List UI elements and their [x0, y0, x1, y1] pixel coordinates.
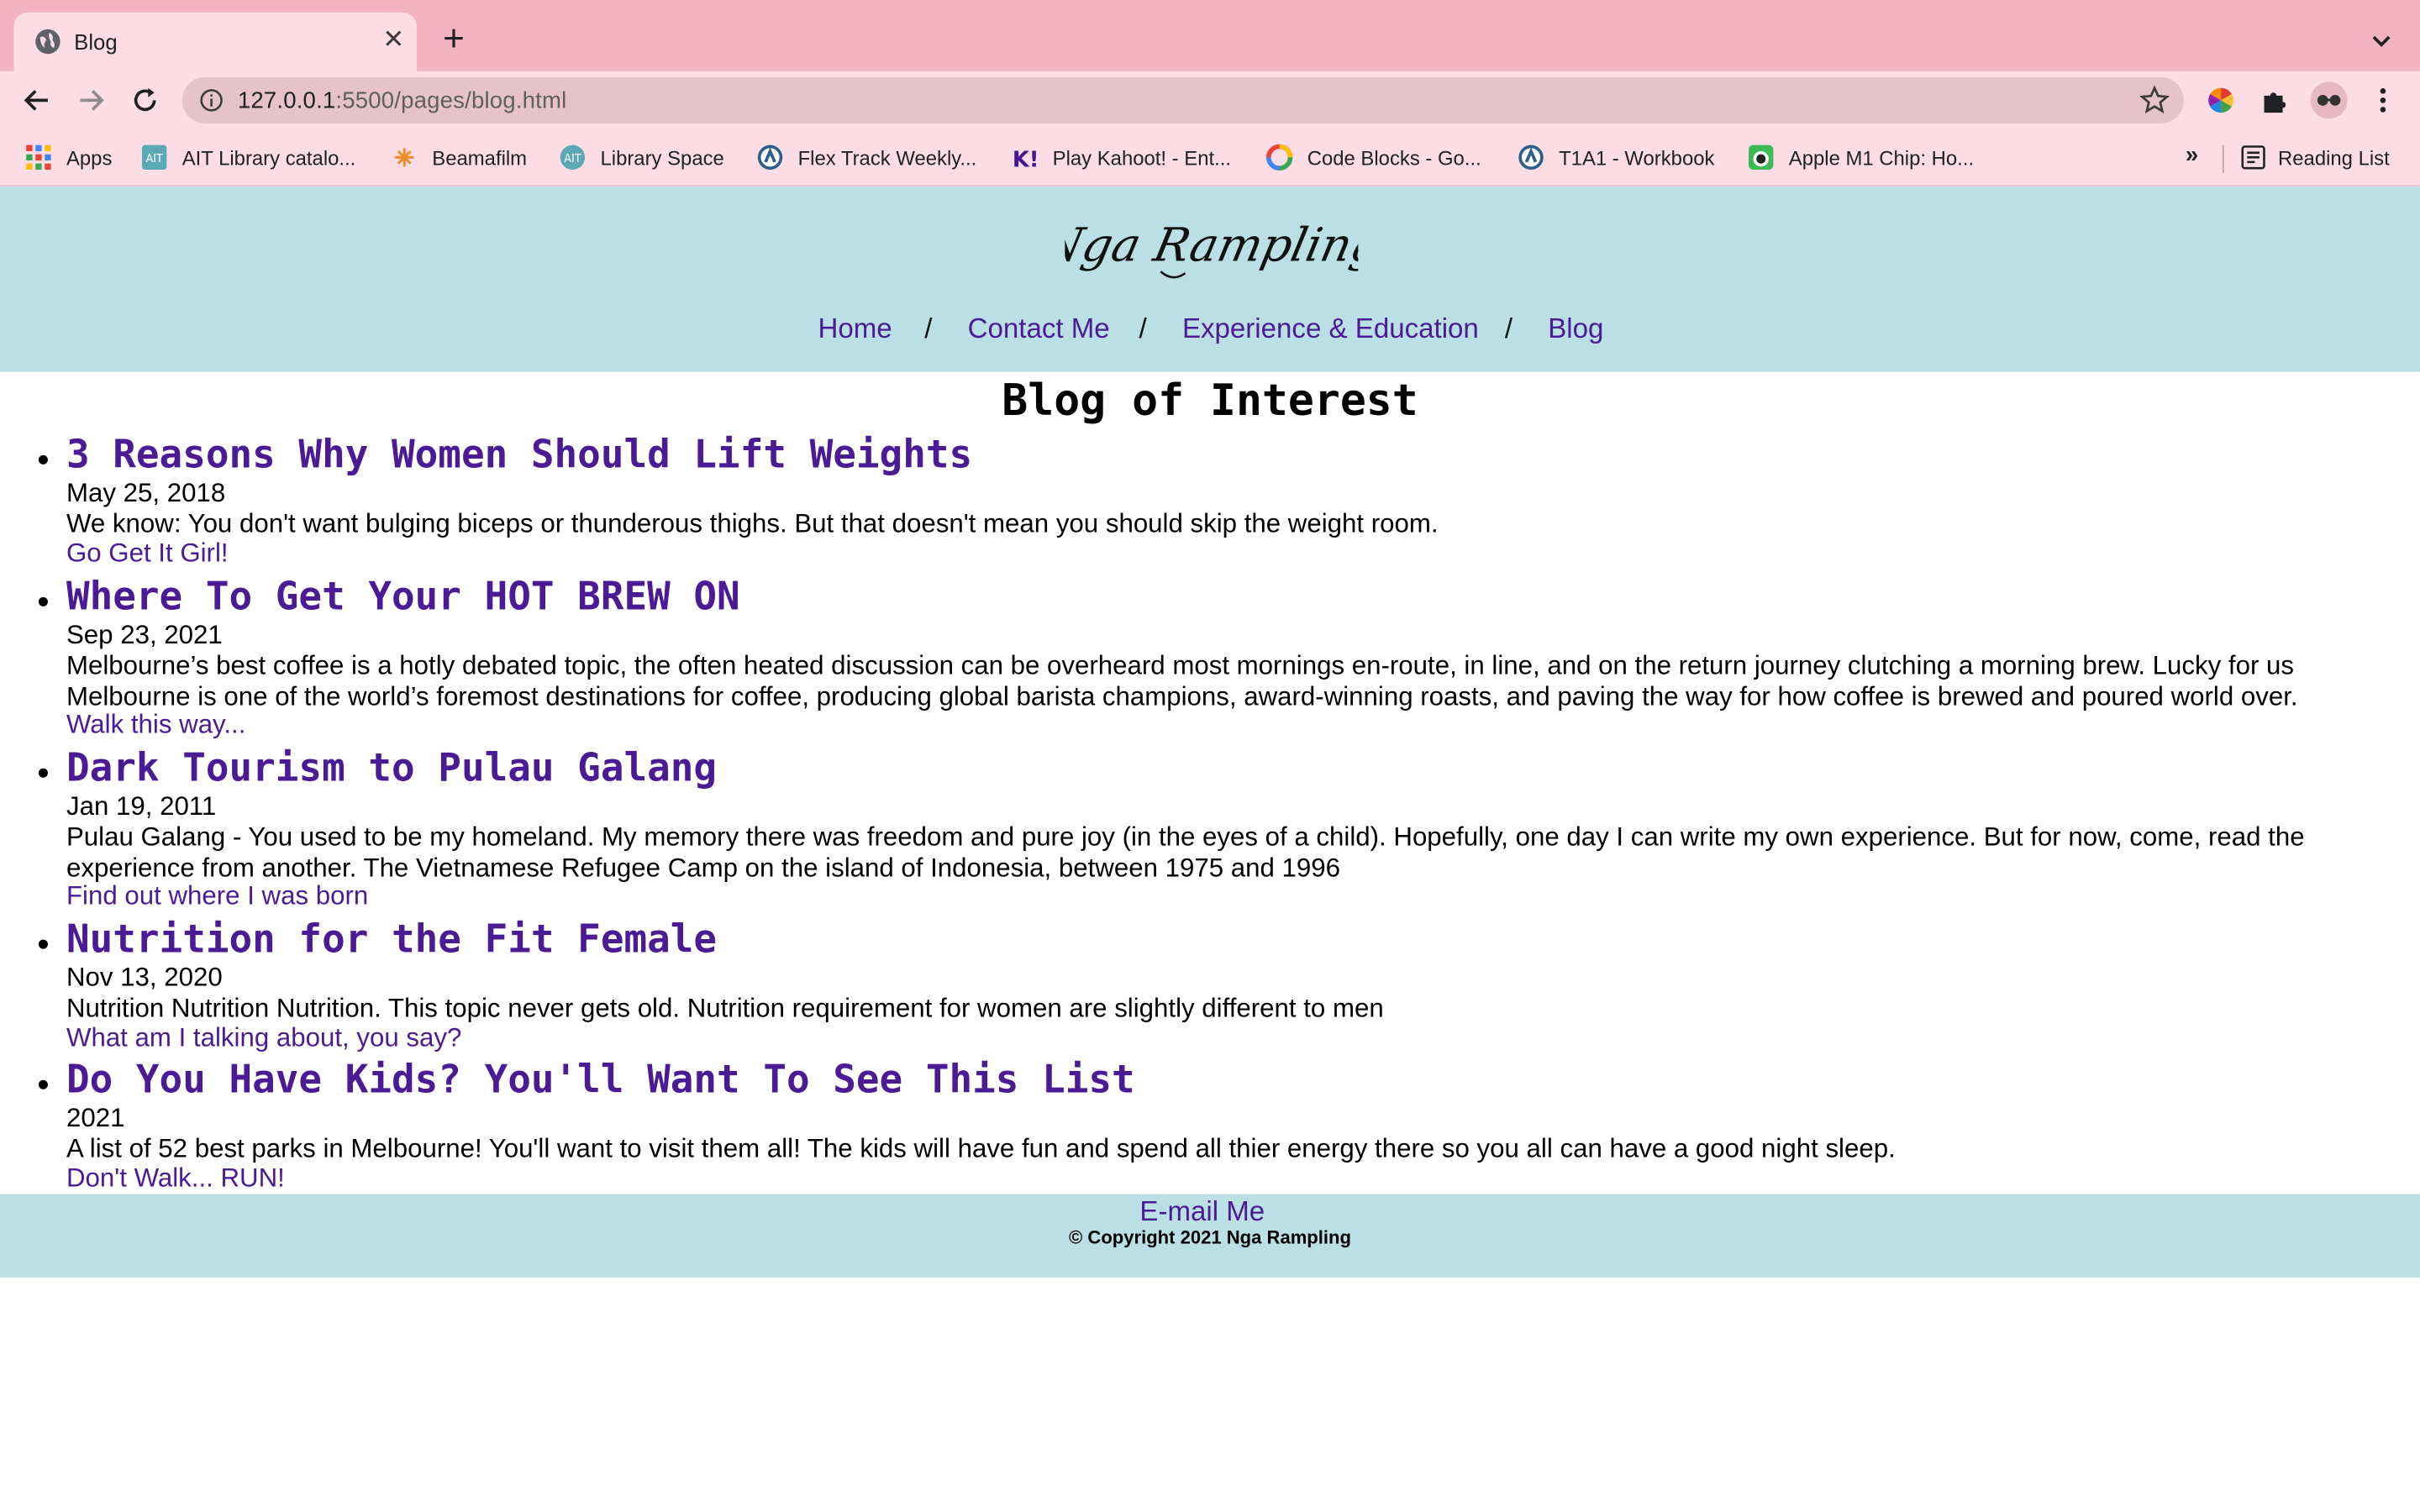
forward-arrow-icon[interactable]	[74, 83, 108, 117]
apple-m1-icon	[1749, 144, 1774, 171]
bookmarks-divider	[2222, 144, 2224, 173]
post-read-more-link[interactable]: Find out where I was born	[66, 881, 368, 912]
tab-search-chevron-icon[interactable]	[2368, 26, 2396, 54]
svg-text:AIT: AIT	[564, 153, 581, 165]
post-excerpt: Nutrition Nutrition Nutrition. This topi…	[66, 993, 1384, 1023]
kahoot-icon: K!	[1013, 147, 1039, 171]
list-bullet	[38, 939, 48, 949]
browser-toolbar: 127.0.0.1:5500/pages/blog.html	[0, 71, 2420, 130]
nav-separator: /	[1504, 312, 1513, 344]
beamafilm-icon	[395, 148, 414, 167]
svg-text:K!: K!	[1013, 147, 1039, 171]
tab-title: Blog	[74, 29, 118, 55]
workbook-icon	[1518, 144, 1544, 171]
post-excerpt: We know: You don't want bulging biceps o…	[66, 509, 1439, 539]
profile-avatar-icon[interactable]	[2310, 81, 2348, 119]
post-read-more-link[interactable]: Don't Walk... RUN!	[66, 1163, 285, 1194]
reload-icon[interactable]	[128, 83, 161, 117]
new-tab-button[interactable]: +	[437, 21, 471, 58]
list-bullet	[38, 768, 48, 778]
bookmarks-overflow-button[interactable]: »	[2186, 142, 2198, 168]
post-read-more-link[interactable]: Walk this way...	[66, 710, 245, 741]
menu-kebab-icon[interactable]	[2368, 85, 2399, 116]
post-date: Sep 23, 2021	[66, 620, 223, 650]
bookmarks-bar: Apps AIT AIT Library catalo... Beamafilm…	[0, 129, 2420, 187]
post-date: 2021	[66, 1103, 125, 1133]
svg-text:Nga Rampling: Nga Rampling	[1065, 218, 1358, 272]
post-title[interactable]: Do You Have Kids? You'll Want To See Thi…	[66, 1057, 1135, 1101]
post-title[interactable]: Nutrition for the Fit Female	[66, 916, 717, 961]
post-date: Nov 13, 2020	[66, 963, 223, 993]
extensions-puzzle-icon[interactable]	[2260, 85, 2291, 116]
post-date: Jan 19, 2011	[66, 791, 217, 822]
nav-blog-link[interactable]: Blog	[1548, 313, 1603, 346]
post-read-more-link[interactable]: Go Get It Girl!	[66, 538, 229, 570]
site-info-icon[interactable]	[199, 88, 224, 113]
apps-grid-icon	[26, 144, 51, 171]
address-bar[interactable]: 127.0.0.1:5500/pages/blog.html	[182, 76, 2184, 123]
url-text: 127.0.0.1:5500/pages/blog.html	[237, 87, 567, 114]
list-bullet	[38, 596, 48, 606]
post-excerpt: A list of 52 best parks in Melbourne! Yo…	[66, 1134, 1896, 1163]
email-me-link[interactable]: E-mail Me	[0, 1195, 2405, 1228]
post-title[interactable]: Where To Get Your HOT BREW ON	[66, 574, 740, 618]
main-nav: Home / Contact Me / Experience & Educati…	[0, 313, 2420, 350]
bookmark-star-icon[interactable]	[2139, 85, 2170, 116]
google-icon	[1266, 144, 1293, 171]
globe-icon	[35, 29, 60, 55]
list-bullet	[38, 1079, 48, 1089]
nav-experience-link[interactable]: Experience & Education	[1182, 313, 1479, 346]
back-arrow-icon[interactable]	[20, 83, 54, 117]
flex-track-icon	[757, 144, 783, 171]
browser-tab-strip: Blog ✕ +	[0, 0, 2420, 71]
post-read-more-link[interactable]: What am I talking about, you say?	[66, 1023, 461, 1054]
reading-list-icon	[2241, 145, 2265, 170]
browser-tab-active[interactable]: Blog ✕	[13, 12, 417, 71]
library-space-icon: AIT	[560, 144, 586, 171]
post-date: May 25, 2018	[66, 478, 226, 508]
nav-separator: /	[1139, 312, 1147, 344]
site-header: Nga Rampling Home / Contact Me / Experie…	[0, 186, 2420, 372]
svg-text:AIT: AIT	[145, 153, 163, 165]
tab-close-icon[interactable]: ✕	[378, 24, 409, 55]
post-excerpt: Pulau Galang - You used to be my homelan…	[66, 822, 2305, 882]
copyright-text: © Copyright 2021 Nga Rampling	[1069, 1226, 1351, 1248]
post-title[interactable]: 3 Reasons Why Women Should Lift Weights	[66, 432, 972, 476]
list-bullet	[38, 454, 48, 465]
nav-separator: /	[924, 312, 933, 344]
web-page: Nga Rampling Home / Contact Me / Experie…	[0, 186, 2420, 1512]
nav-home-link[interactable]: Home	[818, 313, 892, 346]
site-logo[interactable]: Nga Rampling	[1065, 202, 1358, 289]
page-title: Blog of Interest	[1002, 375, 1418, 426]
nav-contact-link[interactable]: Contact Me	[968, 313, 1110, 346]
post-title[interactable]: Dark Tourism to Pulau Galang	[66, 745, 717, 790]
ait-icon: AIT	[141, 144, 167, 171]
post-excerpt: Melbourne’s best coffee is a hotly debat…	[66, 651, 2298, 711]
color-wheel-extension-icon[interactable]	[2206, 85, 2237, 116]
site-footer: E-mail Me © Copyright 2021 Nga Rampling	[0, 1194, 2420, 1278]
